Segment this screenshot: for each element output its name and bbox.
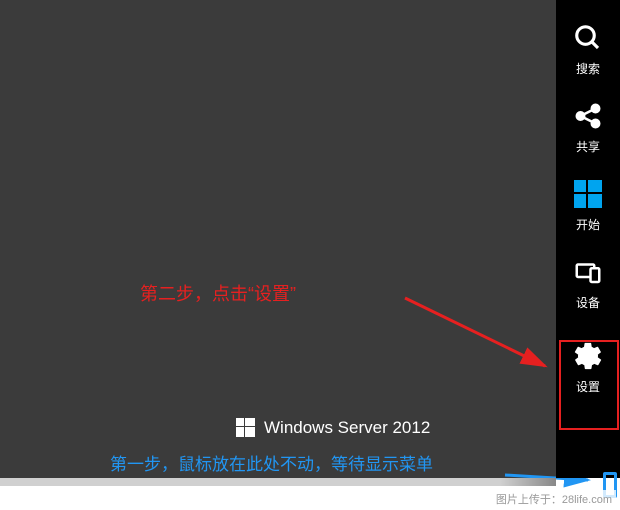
watermark: 图片上传于：28life.com <box>492 490 616 508</box>
windows-logo-icon <box>236 418 256 438</box>
annotation-step2: 第二步，点击“设置” <box>140 280 296 306</box>
search-icon <box>572 22 604 54</box>
charm-share-label: 共享 <box>576 138 600 155</box>
charm-start-label: 开始 <box>576 216 600 233</box>
charm-start[interactable]: 开始 <box>556 166 620 244</box>
gear-icon <box>572 340 604 372</box>
charms-bar: 搜索 共享 开始 设备 <box>556 0 620 478</box>
charm-search[interactable]: 搜索 <box>556 10 620 88</box>
charm-devices-label: 设备 <box>576 294 600 311</box>
brand-text: Windows Server 2012 <box>264 418 430 438</box>
charm-settings[interactable]: 设置 <box>556 322 620 412</box>
charm-share[interactable]: 共享 <box>556 88 620 166</box>
os-brand: Windows Server 2012 <box>236 418 430 438</box>
start-icon <box>572 178 604 210</box>
annotation-step1: 第一步，鼠标放在此处不动，等待显示菜单 <box>110 450 433 475</box>
charm-search-label: 搜索 <box>576 60 600 77</box>
arrow-red-icon <box>400 288 558 378</box>
charm-settings-label: 设置 <box>576 378 600 395</box>
devices-icon <box>572 256 604 288</box>
taskbar[interactable] <box>0 478 556 486</box>
charm-devices[interactable]: 设备 <box>556 244 620 322</box>
share-icon <box>572 100 604 132</box>
desktop-background: Windows Server 2012 第二步，点击“设置” 第一步，鼠标放在此… <box>0 0 556 478</box>
